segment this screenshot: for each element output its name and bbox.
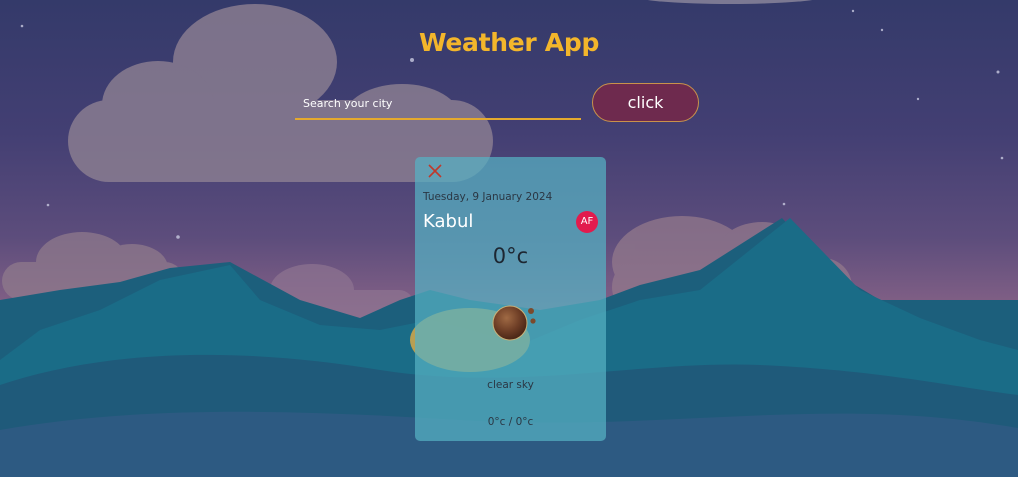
weather-description: clear sky	[487, 379, 534, 391]
min-max-temperature: 0°c / 0°c	[487, 416, 534, 428]
clear-sky-icon	[492, 305, 536, 341]
weather-date: Tuesday, 9 January 2024	[423, 191, 553, 203]
app-screen: Weather App click Tuesday, 9 January 202…	[0, 0, 1018, 477]
search-input[interactable]	[295, 88, 581, 120]
search-button[interactable]: click	[592, 83, 699, 122]
current-temperature: 0°c	[492, 244, 529, 268]
city-name: Kabul	[423, 211, 474, 232]
app-title: Weather App	[418, 28, 600, 57]
weather-card: Tuesday, 9 January 2024 Kabul AF 0°c cle…	[415, 157, 606, 441]
country-badge: AF	[576, 211, 598, 233]
close-icon[interactable]	[426, 162, 444, 180]
cloud-top	[647, 0, 813, 4]
